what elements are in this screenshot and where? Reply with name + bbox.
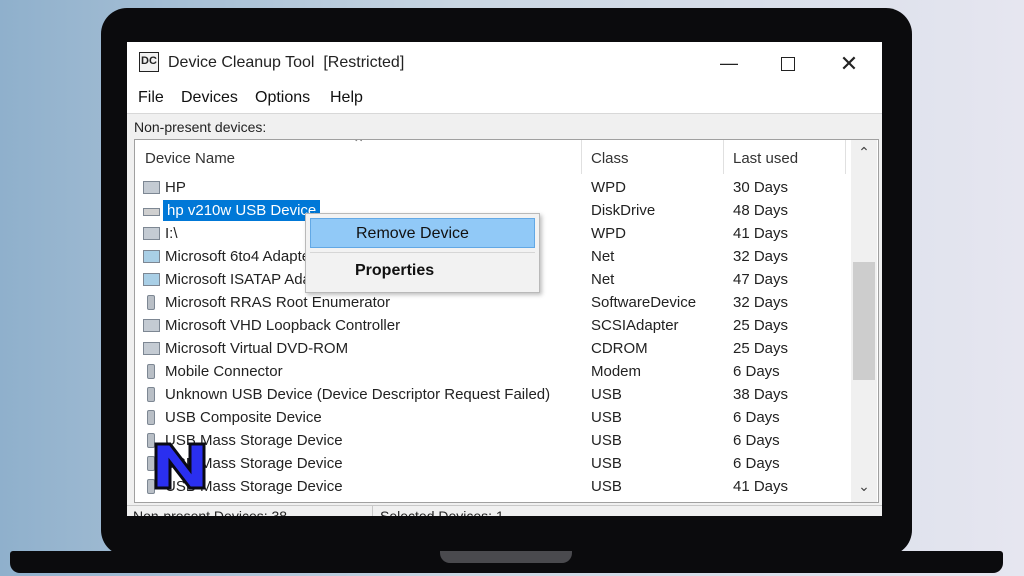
last-used-cell: 6 Days bbox=[733, 363, 780, 380]
device-class-cell: Modem bbox=[591, 363, 642, 380]
column-divider[interactable] bbox=[723, 140, 724, 174]
table-row[interactable]: USB Mass Storage Device USB 41 Days bbox=[135, 476, 850, 499]
menu-devices[interactable]: Devices bbox=[181, 89, 238, 107]
device-name-cell: Microsoft 6to4 Adapter bbox=[165, 248, 316, 265]
device-class-cell: Net bbox=[591, 248, 615, 265]
status-selected-count: Selected Devices: 1 bbox=[380, 508, 504, 516]
network-adapter-icon bbox=[143, 250, 160, 263]
title-bar: DC Device Cleanup Tool [Restricted] — ✕ bbox=[127, 42, 882, 85]
status-bar: Non-present Devices: 38 Selected Devices… bbox=[127, 505, 882, 516]
menu-file[interactable]: File bbox=[138, 89, 164, 107]
scroll-thumb[interactable] bbox=[853, 262, 875, 380]
last-used-cell: 6 Days bbox=[733, 409, 780, 426]
cdrom-icon bbox=[143, 342, 160, 355]
device-class-cell: USB bbox=[591, 478, 622, 495]
list-header: ⌃ Device Name Class Last used bbox=[135, 140, 850, 174]
usb-icon bbox=[147, 387, 155, 402]
last-used-cell: 6 Days bbox=[733, 455, 780, 472]
device-name-cell: Unknown USB Device (Device Descriptor Re… bbox=[165, 386, 551, 403]
maximize-button[interactable] bbox=[758, 42, 818, 85]
device-class-cell: WPD bbox=[591, 225, 626, 242]
column-divider[interactable] bbox=[581, 140, 582, 174]
menu-bar: File Devices Options Help bbox=[127, 85, 882, 114]
table-row[interactable]: Microsoft RRAS Root Enumerator SoftwareDe… bbox=[135, 292, 850, 315]
portable-device-icon bbox=[143, 181, 160, 194]
device-name-cell: hp v210w USB Device bbox=[163, 200, 321, 221]
table-row[interactable]: USB Composite Device USB 6 Days bbox=[135, 407, 850, 430]
minimize-button[interactable]: — bbox=[699, 42, 759, 85]
device-name-cell: USB Composite Device bbox=[165, 409, 322, 426]
column-device-name[interactable]: Device Name bbox=[145, 150, 235, 167]
last-used-cell: 6 Days bbox=[733, 432, 780, 449]
section-label: Non-present devices: bbox=[134, 119, 267, 135]
device-class-cell: DiskDrive bbox=[591, 202, 656, 219]
network-adapter-icon bbox=[143, 273, 160, 286]
table-row[interactable]: Microsoft VHD Loopback Controller SCSIAda… bbox=[135, 315, 850, 338]
status-divider bbox=[372, 506, 373, 516]
device-name-cell: HP bbox=[165, 179, 186, 196]
menu-options[interactable]: Options bbox=[255, 89, 310, 107]
last-used-cell: 25 Days bbox=[733, 340, 789, 357]
last-used-cell: 30 Days bbox=[733, 179, 789, 196]
app-icon: DC bbox=[139, 52, 159, 72]
modem-icon bbox=[147, 364, 155, 379]
device-class-cell: SoftwareDevice bbox=[591, 294, 697, 311]
device-class-cell: WPD bbox=[591, 179, 626, 196]
device-class-cell: Net bbox=[591, 271, 615, 288]
device-name-cell: Microsoft Virtual DVD-ROM bbox=[165, 340, 349, 357]
scsi-adapter-icon bbox=[143, 319, 160, 332]
last-used-cell: 47 Days bbox=[733, 271, 789, 288]
last-used-cell: 32 Days bbox=[733, 248, 789, 265]
disk-drive-icon bbox=[143, 208, 160, 216]
table-row[interactable]: HP WPD 30 Days bbox=[135, 177, 850, 200]
last-used-cell: 25 Days bbox=[733, 317, 789, 334]
portable-device-icon bbox=[143, 227, 160, 240]
device-list[interactable]: ⌃ Device Name Class Last used HP WPD 30 Da… bbox=[134, 139, 879, 503]
window-title: Device Cleanup Tool [Restricted] bbox=[168, 54, 405, 71]
last-used-cell: 41 Days bbox=[733, 478, 789, 495]
table-row[interactable]: USB Mass Storage Device USB 6 Days bbox=[135, 430, 850, 453]
device-name-cell: Mobile Connector bbox=[165, 363, 283, 380]
device-class-cell: CDROM bbox=[591, 340, 648, 357]
remove-device-menu-item[interactable]: Remove Device bbox=[310, 218, 535, 248]
device-class-cell: USB bbox=[591, 455, 622, 472]
channel-logo-icon bbox=[154, 442, 206, 490]
last-used-cell: 48 Days bbox=[733, 202, 789, 219]
sort-ascending-icon: ⌃ bbox=[352, 139, 366, 153]
scroll-down-icon[interactable]: ⌄ bbox=[851, 478, 877, 500]
close-button[interactable]: ✕ bbox=[819, 42, 879, 85]
last-used-cell: 32 Days bbox=[733, 294, 789, 311]
last-used-cell: 38 Days bbox=[733, 386, 789, 403]
vertical-scrollbar[interactable]: ⌃ ⌄ bbox=[851, 140, 877, 502]
device-name-cell: Microsoft RRAS Root Enumerator bbox=[165, 294, 391, 311]
menu-separator bbox=[310, 252, 535, 253]
table-row[interactable]: Unknown USB Device (Device Descriptor Re… bbox=[135, 384, 850, 407]
properties-menu-item[interactable]: Properties bbox=[310, 256, 535, 286]
status-device-count: Non-present Devices: 38 bbox=[133, 508, 288, 516]
device-class-cell: SCSIAdapter bbox=[591, 317, 679, 334]
column-divider[interactable] bbox=[845, 140, 846, 174]
device-class-cell: USB bbox=[591, 409, 622, 426]
maximize-icon bbox=[781, 57, 795, 72]
device-name-cell: I:\ bbox=[165, 225, 178, 242]
table-row[interactable]: Microsoft Virtual DVD-ROM CDROM 25 Days bbox=[135, 338, 850, 361]
device-class-cell: USB bbox=[591, 432, 622, 449]
device-name-cell: Microsoft VHD Loopback Controller bbox=[165, 317, 401, 334]
table-row[interactable]: Mobile Connector Modem 6 Days bbox=[135, 361, 850, 384]
last-used-cell: 41 Days bbox=[733, 225, 789, 242]
table-row[interactable]: USB Mass Storage Device USB 6 Days bbox=[135, 453, 850, 476]
scroll-up-icon[interactable]: ⌃ bbox=[851, 144, 877, 166]
menu-help[interactable]: Help bbox=[330, 89, 363, 107]
column-class[interactable]: Class bbox=[591, 150, 629, 167]
laptop-notch bbox=[440, 551, 572, 563]
column-last-used[interactable]: Last used bbox=[733, 150, 798, 167]
usb-icon bbox=[147, 410, 155, 425]
software-device-icon bbox=[147, 295, 155, 310]
device-class-cell: USB bbox=[591, 386, 622, 403]
context-menu: Remove Device Properties bbox=[305, 213, 540, 293]
